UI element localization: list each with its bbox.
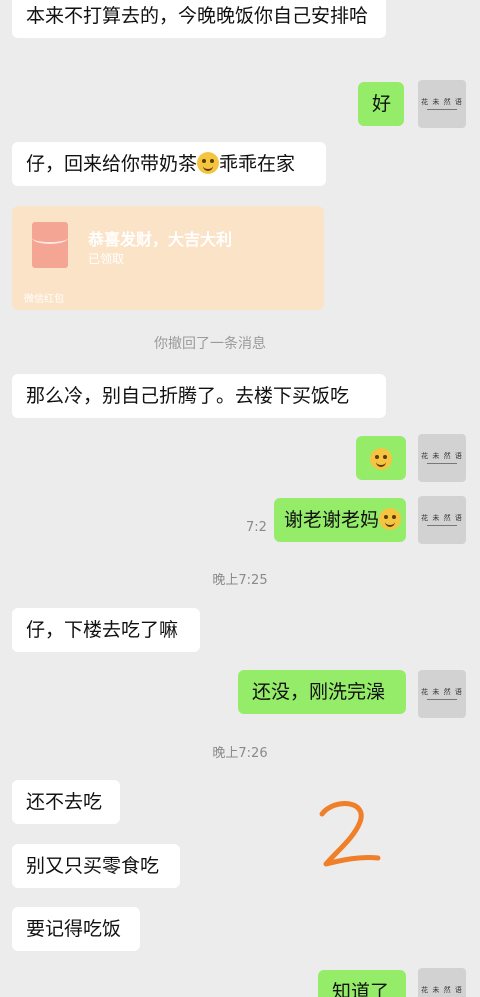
red-packet-footer: 微信红包 [24, 294, 64, 305]
avatar-brand-text: 花 未 然 语 [421, 688, 463, 696]
message-bubble-incoming[interactable]: 仔，下楼去吃了嘛 [12, 608, 200, 652]
message-text: 好 [372, 93, 392, 115]
red-packet-icon [32, 222, 68, 268]
my-avatar[interactable]: 花 未 然 语 [418, 496, 466, 544]
avatar-brand-text: 花 未 然 语 [421, 514, 463, 522]
grin-emoji-icon [370, 448, 392, 470]
message-bubble-incoming[interactable]: 仔，回来给你带奶茶 乖乖在家 [12, 142, 326, 186]
red-packet-status: 已领取 [88, 252, 125, 266]
message-bubble-incoming[interactable]: 那么冷，别自己折腾了。去楼下买饭吃 [12, 374, 386, 418]
timestamp: 晚上7:26 [212, 746, 268, 761]
my-avatar[interactable]: 花 未 然 语 [418, 968, 466, 997]
message-text: 还不去吃 [26, 791, 103, 813]
red-packet-card[interactable]: 恭喜发财，大吉大利 已领取 微信红包 [12, 206, 324, 310]
grin-emoji-icon [197, 152, 220, 174]
red-packet-title: 恭喜发财，大吉大利 [88, 230, 233, 249]
my-avatar[interactable]: 花 未 然 语 [418, 670, 466, 718]
message-text: 本来不打算去的，今晚晚饭你自己安排哈 [26, 5, 369, 27]
message-bubble-incoming[interactable]: 还不去吃 [12, 780, 120, 824]
message-bubble-outgoing[interactable] [356, 436, 406, 480]
message-bubble-outgoing[interactable]: 还没，刚洗完澡 [238, 670, 406, 714]
message-bubble-incoming[interactable]: 别又只买零食吃 [12, 844, 180, 888]
message-text: 别又只买零食吃 [26, 855, 160, 877]
avatar-line [427, 525, 457, 526]
message-text: 要记得吃饭 [26, 918, 122, 940]
message-bubble-outgoing[interactable]: 好 [358, 82, 404, 126]
message-text: 知道了 [332, 981, 390, 997]
message-bubble-outgoing[interactable]: 知道了 [318, 970, 406, 997]
message-text: 那么冷，别自己折腾了。去楼下买饭吃 [26, 385, 350, 407]
my-avatar[interactable]: 花 未 然 语 [418, 434, 466, 482]
avatar-line [427, 463, 457, 464]
message-text: 乖乖在家 [219, 153, 296, 175]
avatar-brand-text: 花 未 然 语 [421, 98, 463, 106]
message-text: 仔，下楼去吃了嘛 [26, 619, 179, 641]
my-avatar[interactable]: 花 未 然 语 [418, 80, 466, 128]
message-bubble-incoming[interactable]: 本来不打算去的，今晚晚饭你自己安排哈 [12, 0, 386, 38]
message-bubble-outgoing[interactable]: 谢老谢老妈 [274, 498, 406, 542]
message-text: 仔，回来给你带奶茶 [26, 153, 198, 175]
overlap-time-fragment: 7:2 [246, 520, 267, 535]
recall-notice: 你撤回了一条消息 [154, 336, 266, 352]
message-text: 谢老谢老妈 [284, 509, 380, 531]
avatar-line [427, 699, 457, 700]
wink-emoji-icon [379, 508, 402, 530]
timestamp: 晚上7:25 [212, 573, 268, 588]
avatar-brand-text: 花 未 然 语 [421, 986, 463, 994]
avatar-brand-text: 花 未 然 语 [421, 452, 463, 460]
avatar-line [427, 109, 457, 110]
chat-screen: 本来不打算去的，今晚晚饭你自己安排哈 好 花 未 然 语 仔，回来给你带奶茶 乖乖… [0, 0, 480, 997]
message-text: 还没，刚洗完澡 [252, 681, 386, 703]
handwritten-annotation: 2 [316, 800, 381, 867]
message-bubble-incoming[interactable]: 要记得吃饭 [12, 907, 140, 951]
annotation-text: 2 [316, 800, 317, 801]
